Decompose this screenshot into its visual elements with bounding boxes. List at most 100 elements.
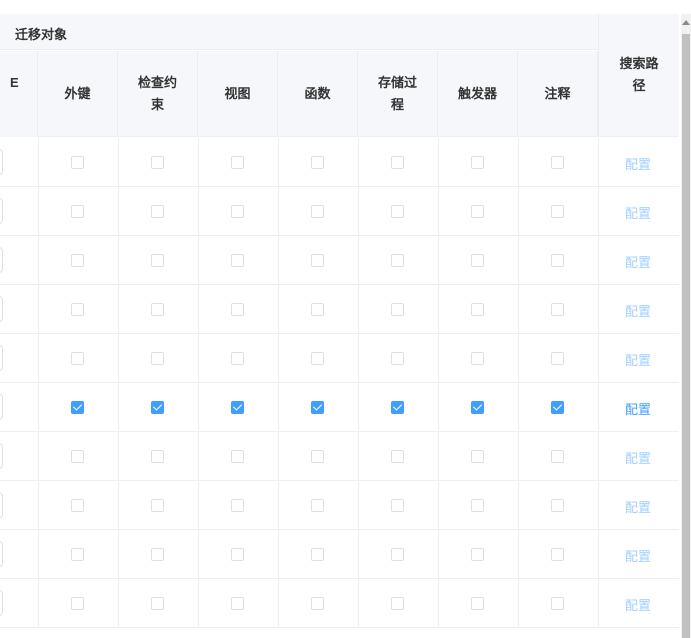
- checkbox-check-constraint[interactable]: [151, 499, 164, 512]
- checkbox-foreign-key[interactable]: [71, 401, 84, 414]
- checkbox-stored-procedure[interactable]: [391, 205, 404, 218]
- checkbox-comment[interactable]: [551, 156, 564, 169]
- checkbox-trigger[interactable]: [471, 352, 484, 365]
- configure-search-path-link[interactable]: 配置: [625, 448, 651, 467]
- checkbox-stored-procedure[interactable]: [391, 401, 404, 414]
- checkbox-view[interactable]: [231, 597, 244, 610]
- checkbox-stored-procedure[interactable]: [391, 303, 404, 316]
- checkbox-view[interactable]: [231, 401, 244, 414]
- checkbox-check-constraint[interactable]: [151, 205, 164, 218]
- checkbox-view[interactable]: [231, 450, 244, 463]
- row-select-input[interactable]: [0, 345, 3, 371]
- checkbox-trigger[interactable]: [471, 548, 484, 561]
- table-row: 配置: [0, 579, 679, 628]
- column-header-check-constraint: 检查约束: [118, 51, 198, 137]
- row-select-input[interactable]: [0, 590, 3, 616]
- checkbox-view[interactable]: [231, 352, 244, 365]
- checkbox-check-constraint[interactable]: [151, 548, 164, 561]
- checkbox-view[interactable]: [231, 205, 244, 218]
- checkbox-trigger[interactable]: [471, 205, 484, 218]
- checkbox-trigger[interactable]: [471, 156, 484, 169]
- checkbox-view[interactable]: [231, 548, 244, 561]
- checkbox-check-constraint[interactable]: [151, 597, 164, 610]
- configure-search-path-link[interactable]: 配置: [625, 252, 651, 271]
- checkbox-stored-procedure[interactable]: [391, 597, 404, 610]
- scrollbar-thumb[interactable]: [682, 34, 690, 638]
- row-select-input[interactable]: [0, 541, 3, 567]
- checkbox-trigger[interactable]: [471, 254, 484, 267]
- checkbox-stored-procedure[interactable]: [391, 352, 404, 365]
- checkbox-trigger[interactable]: [471, 450, 484, 463]
- checkbox-trigger[interactable]: [471, 499, 484, 512]
- checkbox-trigger[interactable]: [471, 597, 484, 610]
- scroll-up-arrow-icon[interactable]: [682, 20, 690, 25]
- checkbox-function[interactable]: [311, 548, 324, 561]
- configure-search-path-link[interactable]: 配置: [625, 350, 651, 369]
- row-select-input[interactable]: [0, 492, 3, 518]
- checkbox-function[interactable]: [311, 401, 324, 414]
- checkbox-comment[interactable]: [551, 499, 564, 512]
- row-select-input[interactable]: [0, 443, 3, 469]
- vertical-scrollbar[interactable]: [681, 14, 691, 638]
- checkbox-foreign-key[interactable]: [71, 597, 84, 610]
- checkbox-foreign-key[interactable]: [71, 548, 84, 561]
- checkbox-function[interactable]: [311, 156, 324, 169]
- checkbox-check-constraint[interactable]: [151, 303, 164, 316]
- checkbox-view[interactable]: [231, 156, 244, 169]
- checkbox-stored-procedure[interactable]: [391, 156, 404, 169]
- checkbox-view[interactable]: [231, 254, 244, 267]
- checkbox-function[interactable]: [311, 352, 324, 365]
- configure-search-path-link[interactable]: 配置: [625, 154, 651, 173]
- checkbox-comment[interactable]: [551, 548, 564, 561]
- checkbox-check-constraint[interactable]: [151, 156, 164, 169]
- checkbox-comment[interactable]: [551, 205, 564, 218]
- row-select-input[interactable]: [0, 247, 3, 273]
- checkbox-stored-procedure[interactable]: [391, 450, 404, 463]
- checkbox-view[interactable]: [231, 303, 244, 316]
- checkbox-check-constraint[interactable]: [151, 352, 164, 365]
- checkbox-foreign-key[interactable]: [71, 205, 84, 218]
- row-select-input[interactable]: [0, 394, 3, 420]
- row-select-input[interactable]: [0, 296, 3, 322]
- checkbox-function[interactable]: [311, 499, 324, 512]
- checkbox-comment[interactable]: [551, 450, 564, 463]
- checkbox-view[interactable]: [231, 499, 244, 512]
- checkbox-function[interactable]: [311, 254, 324, 267]
- checkbox-trigger[interactable]: [471, 303, 484, 316]
- cell-divider: [118, 187, 119, 236]
- checkbox-foreign-key[interactable]: [71, 303, 84, 316]
- configure-search-path-link[interactable]: 配置: [625, 546, 651, 565]
- checkbox-foreign-key[interactable]: [71, 499, 84, 512]
- configure-search-path-link[interactable]: 配置: [625, 203, 651, 222]
- checkbox-comment[interactable]: [551, 401, 564, 414]
- configure-search-path-link[interactable]: 配置: [625, 399, 651, 418]
- checkbox-comment[interactable]: [551, 303, 564, 316]
- checkbox-function[interactable]: [311, 597, 324, 610]
- checkbox-function[interactable]: [311, 205, 324, 218]
- checkbox-trigger[interactable]: [471, 401, 484, 414]
- row-select-input[interactable]: [0, 149, 3, 175]
- checkbox-stored-procedure[interactable]: [391, 548, 404, 561]
- cell-divider: [358, 481, 359, 530]
- configure-search-path-link[interactable]: 配置: [625, 301, 651, 320]
- checkbox-foreign-key[interactable]: [71, 156, 84, 169]
- checkbox-stored-procedure[interactable]: [391, 499, 404, 512]
- cell-divider: [118, 236, 119, 285]
- checkbox-comment[interactable]: [551, 254, 564, 267]
- table-row: 配置: [0, 530, 679, 579]
- checkbox-check-constraint[interactable]: [151, 450, 164, 463]
- checkbox-foreign-key[interactable]: [71, 352, 84, 365]
- checkbox-foreign-key[interactable]: [71, 254, 84, 267]
- configure-search-path-link[interactable]: 配置: [625, 595, 651, 614]
- checkbox-comment[interactable]: [551, 352, 564, 365]
- checkbox-check-constraint[interactable]: [151, 254, 164, 267]
- checkbox-check-constraint[interactable]: [151, 401, 164, 414]
- configure-search-path-link[interactable]: 配置: [625, 497, 651, 516]
- checkbox-function[interactable]: [311, 303, 324, 316]
- checkbox-comment[interactable]: [551, 597, 564, 610]
- row-select-input[interactable]: [0, 198, 3, 224]
- cell-divider: [38, 579, 39, 628]
- checkbox-function[interactable]: [311, 450, 324, 463]
- checkbox-foreign-key[interactable]: [71, 450, 84, 463]
- checkbox-stored-procedure[interactable]: [391, 254, 404, 267]
